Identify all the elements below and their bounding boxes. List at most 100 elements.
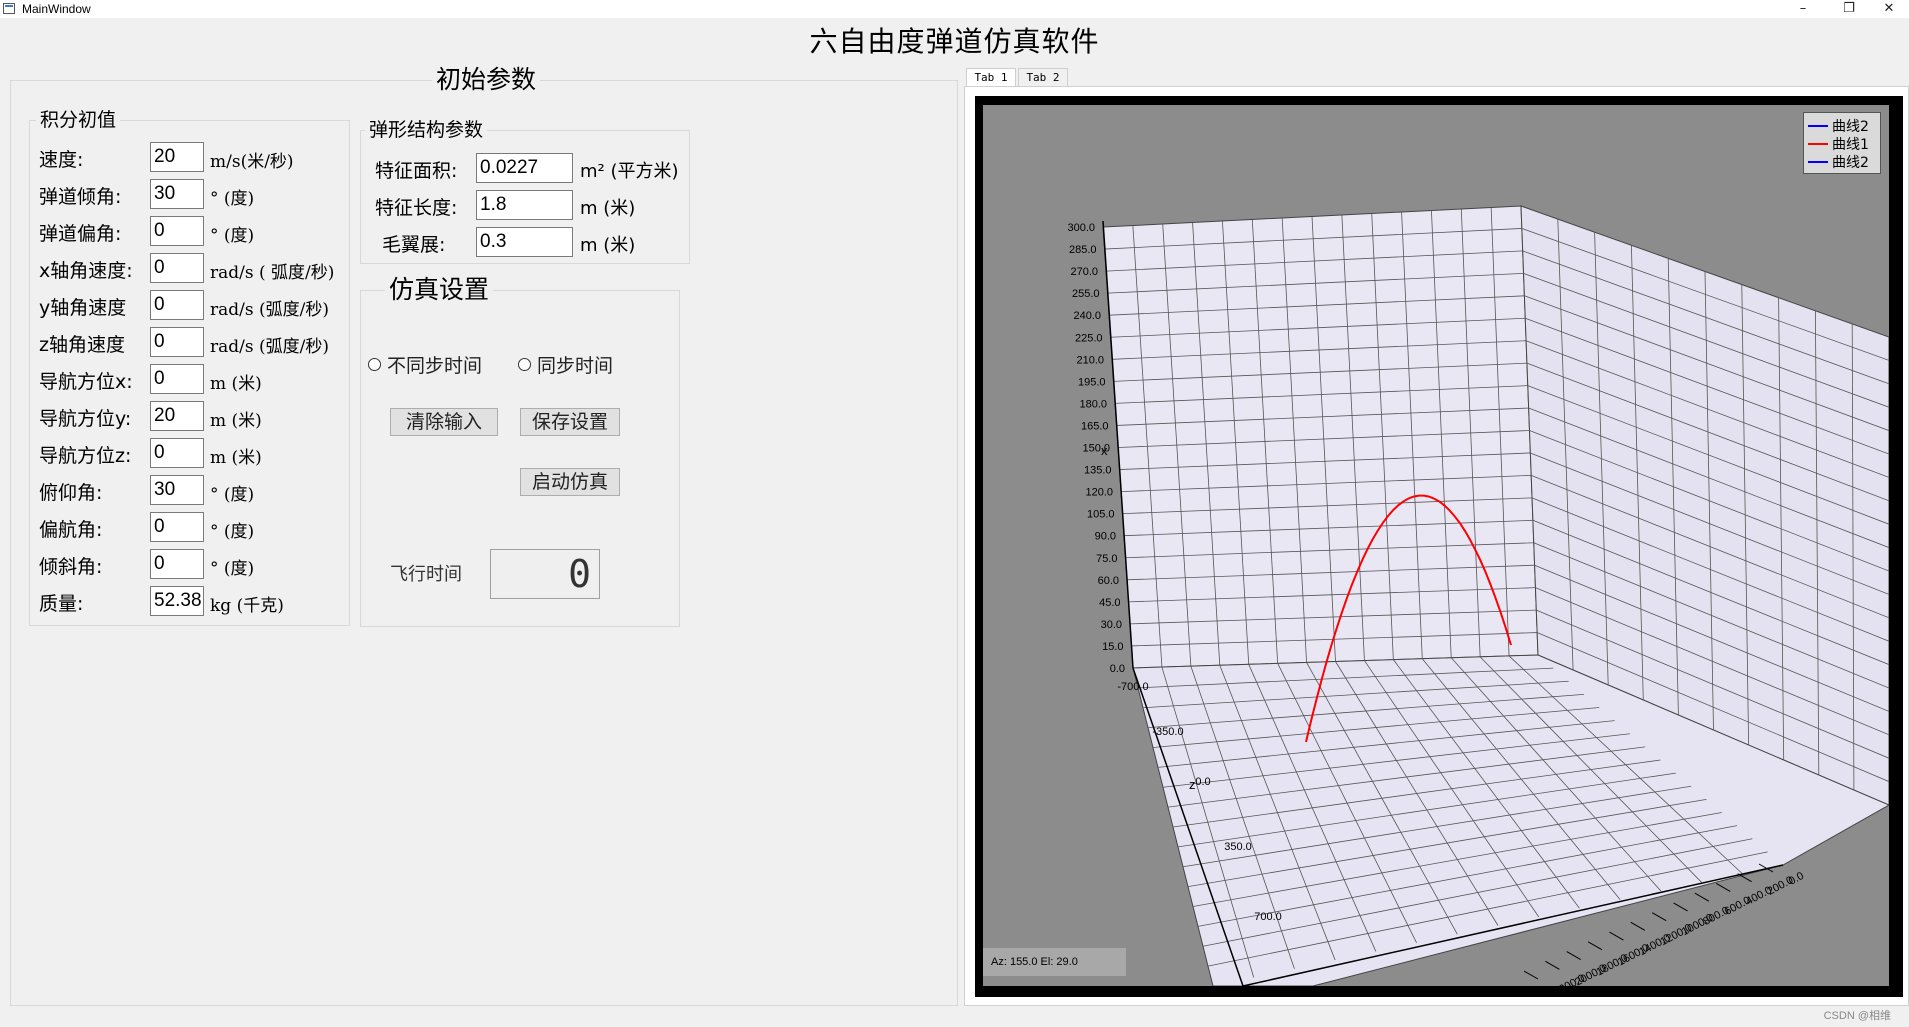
- integration-label: y轴角速度: [39, 297, 127, 319]
- vertical-tick-label: 285.0: [1069, 244, 1097, 256]
- structure-input[interactable]: 0.0227: [476, 153, 573, 183]
- left-tick-label: 0.0: [1195, 776, 1210, 788]
- vertical-tick-label: 210.0: [1076, 354, 1104, 366]
- back-wall-left: [1102, 205, 1539, 669]
- bottom-tick-mark: [1651, 912, 1667, 922]
- app-title: 六自由度弹道仿真软件: [809, 25, 1100, 58]
- initial-params-title: 初始参数: [432, 64, 541, 96]
- integration-label: 速度:: [39, 149, 84, 171]
- sim-settings-title: 仿真设置: [385, 274, 494, 306]
- radio-async-label: 不同步时间: [387, 355, 483, 377]
- integration-unit: m (米): [210, 411, 262, 431]
- plot-canvas-3d[interactable]: 300.0 285.0 270.0 255.0 240.0 225.0 210.0 195.0…: [983, 105, 1889, 986]
- close-button[interactable]: ✕: [1869, 0, 1909, 18]
- vertical-tick-label: 165.0: [1081, 420, 1109, 432]
- radio-sync-time[interactable]: 同步时间: [518, 351, 613, 378]
- radio-circle[interactable]: [518, 358, 531, 371]
- bottom-tick-mark: [1545, 960, 1560, 970]
- integration-unit: ° (度): [210, 522, 255, 542]
- vertical-tick-label: 75.0: [1096, 553, 1117, 565]
- integration-label: 导航方位y:: [39, 408, 132, 430]
- plot-svg: 300.0 285.0 270.0 255.0 240.0 225.0 210.0 195.0…: [1067, 205, 1889, 986]
- app-icon: [3, 3, 15, 14]
- vertical-tick-label: 135.0: [1084, 465, 1112, 477]
- structure-label: 特征长度:: [375, 197, 458, 219]
- integration-label: 导航方位x:: [39, 371, 133, 393]
- structure-input[interactable]: 1.8: [476, 190, 573, 220]
- legend-item: 曲线1: [1808, 135, 1869, 153]
- watermark: CSDN @相维: [1823, 1010, 1891, 1022]
- integration-input[interactable]: 20: [150, 142, 204, 172]
- restore-button[interactable]: ❐: [1829, 0, 1869, 18]
- window-titlebar: MainWindow – ❐ ✕: [0, 0, 1909, 18]
- bottom-tick-mark: [1673, 902, 1688, 912]
- integration-input[interactable]: 0: [150, 327, 204, 357]
- bottom-tick-mark: [1716, 883, 1731, 892]
- integration-unit: rad/s (弧度/秒): [210, 337, 329, 357]
- structure-unit: m (米): [580, 198, 636, 219]
- vertical-tick-label: 30.0: [1101, 619, 1122, 631]
- integration-input[interactable]: 0: [150, 549, 204, 579]
- vertical-tick-label: 0.0: [1110, 663, 1125, 675]
- integration-unit: m (米): [210, 374, 262, 394]
- integration-input[interactable]: 30: [150, 179, 204, 209]
- integration-label: 倾斜角:: [39, 556, 103, 578]
- legend-item: 曲线2: [1808, 153, 1869, 171]
- start-simulation-button[interactable]: 启动仿真: [520, 468, 620, 496]
- bottom-tick-mark: [1630, 921, 1646, 931]
- structure-input[interactable]: 0.3: [476, 227, 573, 257]
- vertical-tick-label: 45.0: [1099, 597, 1120, 609]
- left-tick-label: 700.0: [1254, 911, 1282, 923]
- clear-input-button[interactable]: 清除输入: [390, 408, 498, 436]
- minimize-button[interactable]: –: [1783, 0, 1823, 18]
- vertical-tick-label: 15.0: [1102, 641, 1123, 653]
- structure-unit: m (米): [580, 235, 636, 256]
- depth-axis-label: z: [1189, 777, 1196, 792]
- legend-line-icon: [1808, 125, 1828, 127]
- integration-unit: kg (千克): [210, 596, 284, 616]
- integration-input[interactable]: 0: [150, 290, 204, 320]
- legend-item-label: 曲线1: [1832, 137, 1869, 153]
- integration-title: 积分初值: [36, 108, 121, 132]
- radio-async-time[interactable]: 不同步时间: [368, 351, 482, 378]
- integration-input[interactable]: 0: [150, 512, 204, 542]
- plot-legend: 曲线2 曲线1 曲线2: [1803, 112, 1881, 174]
- integration-input[interactable]: 20: [150, 401, 204, 431]
- bottom-tick-mark: [1609, 931, 1624, 941]
- vertical-tick-label: 120.0: [1085, 487, 1113, 499]
- structure-label: 毛翼展:: [382, 234, 446, 256]
- azimuth-elevation-readout: Az: 155.0 El: 29.0: [983, 948, 1126, 976]
- legend-item-label: 曲线2: [1832, 119, 1869, 135]
- bottom-tick-mark: [1694, 892, 1710, 902]
- integration-label: 弹道倾角:: [39, 186, 122, 208]
- integration-label: 质量:: [39, 593, 84, 615]
- vertical-tick-label: 180.0: [1079, 398, 1107, 410]
- integration-unit: ° (度): [210, 226, 255, 246]
- legend-item-label: 曲线2: [1832, 155, 1869, 171]
- integration-input[interactable]: 30: [150, 475, 204, 505]
- bottom-tick-mark: [1523, 970, 1539, 980]
- integration-input[interactable]: 0: [150, 253, 204, 283]
- integration-label: z轴角速度: [39, 334, 125, 356]
- radio-circle[interactable]: [368, 358, 381, 371]
- integration-label: 导航方位z:: [39, 445, 132, 467]
- vertical-tick-label: 105.0: [1087, 509, 1115, 521]
- vertical-tick-label: 90.0: [1095, 531, 1116, 543]
- save-settings-button[interactable]: 保存设置: [520, 408, 620, 436]
- integration-label: 俯仰角:: [39, 482, 103, 504]
- integration-input[interactable]: 52.38: [150, 586, 204, 616]
- integration-input[interactable]: 0: [150, 438, 204, 468]
- vertical-tick-label: 225.0: [1075, 332, 1103, 344]
- flight-time-label: 飞行时间: [390, 564, 462, 585]
- tab-1[interactable]: Tab 1: [966, 68, 1016, 86]
- legend-line-icon: [1808, 161, 1828, 163]
- tab-2[interactable]: Tab 2: [1018, 68, 1068, 86]
- structure-title: 弹形结构参数: [365, 118, 488, 142]
- integration-label: 偏航角:: [39, 519, 103, 541]
- integration-input[interactable]: 0: [150, 216, 204, 246]
- integration-unit: m/s(米/秒): [210, 152, 294, 172]
- vertical-tick-label: 240.0: [1073, 310, 1101, 322]
- integration-input[interactable]: 0: [150, 364, 204, 394]
- vertical-tick-label: 270.0: [1070, 266, 1098, 278]
- integration-unit: rad/s ( 弧度/秒): [210, 263, 335, 283]
